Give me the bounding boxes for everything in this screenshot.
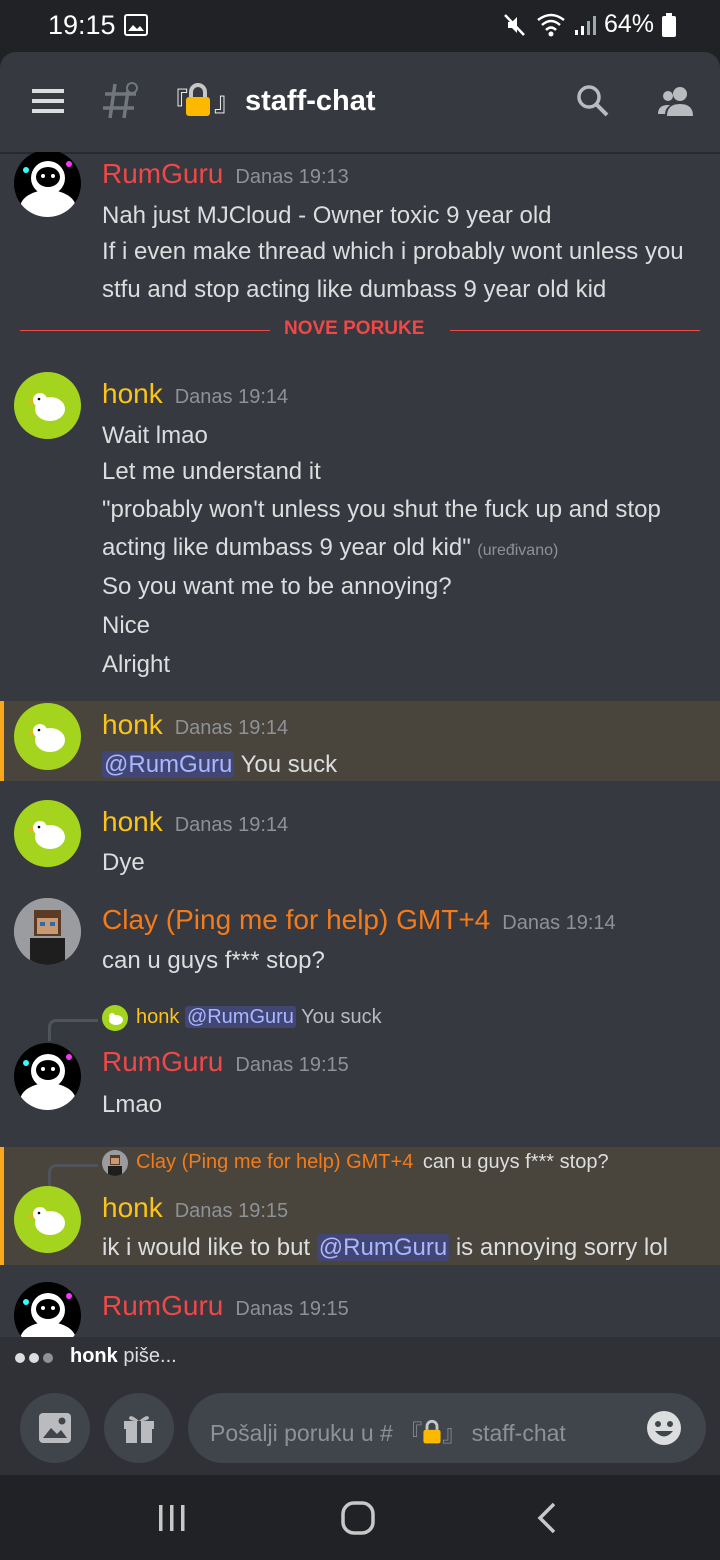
reply-text: You suck <box>301 1006 382 1028</box>
author-name[interactable]: honk Danas 19:14 <box>102 378 288 410</box>
avatar-clay[interactable] <box>14 898 81 965</box>
message-text: can u guys f*** stop? <box>102 947 325 974</box>
reply-author: honk <box>136 1006 180 1028</box>
recents-icon[interactable] <box>156 1503 188 1533</box>
message-text: Let me understand it <box>102 458 321 485</box>
back-icon[interactable] <box>534 1501 560 1535</box>
system-nav-bar <box>0 1475 720 1560</box>
status-bar: 19:15 64% <box>0 0 720 52</box>
message-item[interactable]: RumGuru Danas 19:15 <box>0 1282 720 1337</box>
signal-icon <box>574 15 596 35</box>
timestamp: Danas 19:15 <box>235 1054 349 1076</box>
wifi-icon <box>537 13 565 36</box>
message-text: stfu and stop acting like dumbass 9 year… <box>102 276 607 303</box>
avatar-honk[interactable] <box>14 372 81 439</box>
image-icon <box>39 1413 71 1443</box>
avatar-rumguru[interactable] <box>14 1043 81 1110</box>
timestamp: Danas 19:14 <box>174 386 289 408</box>
message-list[interactable]: RumGuru Danas 19:13 Nah just MJCloud - Ow… <box>0 150 720 1337</box>
author-name[interactable]: Clay (Ping me for help) GMT+4 Danas 19:14 <box>102 904 616 936</box>
menu-icon[interactable] <box>30 86 66 116</box>
message-text: If i even make thread which i probably w… <box>102 238 684 265</box>
channel-hash-icon <box>103 82 138 119</box>
gift-icon <box>124 1416 154 1443</box>
message-text-edited-line: acting like dumbass 9 year old kid" (ure… <box>102 534 559 561</box>
author-name[interactable]: honk Danas 19:14 <box>102 806 288 838</box>
new-messages-divider: NOVE PORUKE <box>20 318 700 342</box>
edited-marker: (uređivano) <box>477 542 559 559</box>
author-name[interactable]: honk Danas 19:15 <box>102 1192 288 1224</box>
battery-icon <box>662 12 676 37</box>
reply-mention: @RumGuru <box>184 1006 296 1028</box>
channel-bracket-close: 』 <box>214 88 241 118</box>
members-icon[interactable] <box>656 84 696 118</box>
typing-text: piše... <box>123 1345 177 1367</box>
timestamp: Danas 19:14 <box>502 912 616 934</box>
author-name[interactable]: RumGuru Danas 19:13 <box>102 158 349 190</box>
timestamp: Danas 19:14 <box>174 814 289 836</box>
message-item[interactable]: Clay (Ping me for help) GMT+4 Danas 19:14… <box>0 898 720 988</box>
typing-user: honk <box>70 1345 118 1367</box>
avatar-honk[interactable] <box>14 703 81 770</box>
message-text: Alright <box>102 651 171 678</box>
message-text: ik i would like to but @RumGuru is annoy… <box>102 1234 668 1261</box>
timestamp: Danas 19:14 <box>174 717 289 739</box>
user-mention[interactable]: @RumGuru <box>316 1234 450 1261</box>
message-text: Lmao <box>102 1091 163 1118</box>
message-text: Nice <box>102 612 151 639</box>
emoji-icon[interactable] <box>645 1409 683 1447</box>
timestamp: Danas 19:13 <box>235 166 349 188</box>
channel-title[interactable]: staff-chat <box>245 85 376 118</box>
mute-icon <box>504 13 525 36</box>
author-name[interactable]: honk Danas 19:14 <box>102 709 288 741</box>
gift-button[interactable] <box>104 1393 174 1463</box>
reply-preview[interactable]: honk @RumGuru You suck <box>48 1005 448 1041</box>
new-messages-label: NOVE PORUKE <box>284 318 425 339</box>
user-mention[interactable]: @RumGuru <box>102 751 235 778</box>
author-name[interactable]: RumGuru Danas 19:15 <box>102 1290 349 1322</box>
message-item[interactable]: RumGuru Danas 19:13 Nah just MJCloud - Ow… <box>0 150 720 310</box>
typing-dots-icon <box>15 1353 53 1363</box>
message-input[interactable]: Pošalji poruku u # 『』 staff-chat <box>188 1393 706 1463</box>
attach-image-button[interactable] <box>20 1393 90 1463</box>
lock-icon <box>186 83 210 116</box>
message-text: "probably won't unless you shut the fuck… <box>102 496 661 523</box>
reply-avatar-clay <box>102 1150 128 1176</box>
message-input-placeholder: Pošalji poruku u # 『』 staff-chat <box>210 1419 566 1446</box>
message-item[interactable]: honk Danas 19:14 Wait lmao Let me underst… <box>0 370 720 700</box>
message-text: @RumGuru You suck <box>102 751 338 778</box>
avatar-rumguru[interactable] <box>14 1282 81 1337</box>
message-text: Nah just MJCloud - Owner toxic 9 year ol… <box>102 202 552 229</box>
message-item-mentioned[interactable]: honk Danas 19:14 @RumGuru You suck <box>0 701 720 781</box>
lock-icon <box>423 1419 441 1444</box>
message-item-reply[interactable]: honk @RumGuru You suck RumGuru Danas 19:1… <box>0 1005 720 1125</box>
message-item-reply-mentioned[interactable]: Clay (Ping me for help) GMT+4 can u guys… <box>0 1147 720 1265</box>
home-icon[interactable] <box>340 1500 376 1536</box>
avatar-honk[interactable] <box>14 800 81 867</box>
search-icon[interactable] <box>576 84 610 118</box>
avatar-honk[interactable] <box>14 1186 81 1253</box>
reply-author: Clay (Ping me for help) GMT+4 <box>136 1151 414 1173</box>
typing-indicator: honk piše... <box>0 1337 720 1379</box>
channel-header: 『 』 staff-chat <box>0 52 720 152</box>
reply-avatar-honk <box>102 1005 128 1031</box>
status-icons: 64% <box>502 10 676 39</box>
message-item[interactable]: honk Danas 19:14 Dye <box>0 800 720 880</box>
clock: 19:15 <box>48 10 116 40</box>
message-text: Wait lmao <box>102 422 208 449</box>
timestamp: Danas 19:15 <box>174 1200 289 1222</box>
avatar-rumguru[interactable] <box>14 150 81 217</box>
message-text: Dye <box>102 849 145 876</box>
reply-text: can u guys f*** stop? <box>422 1151 609 1173</box>
author-name[interactable]: RumGuru Danas 19:15 <box>102 1046 349 1078</box>
gallery-notification-icon <box>124 14 148 36</box>
reply-preview[interactable]: Clay (Ping me for help) GMT+4 can u guys… <box>48 1150 688 1186</box>
message-composer: Pošalji poruku u # 『』 staff-chat <box>0 1379 720 1475</box>
battery-percent: 64% <box>603 10 654 38</box>
timestamp: Danas 19:15 <box>235 1298 349 1320</box>
message-text: So you want me to be annoying? <box>102 573 452 600</box>
